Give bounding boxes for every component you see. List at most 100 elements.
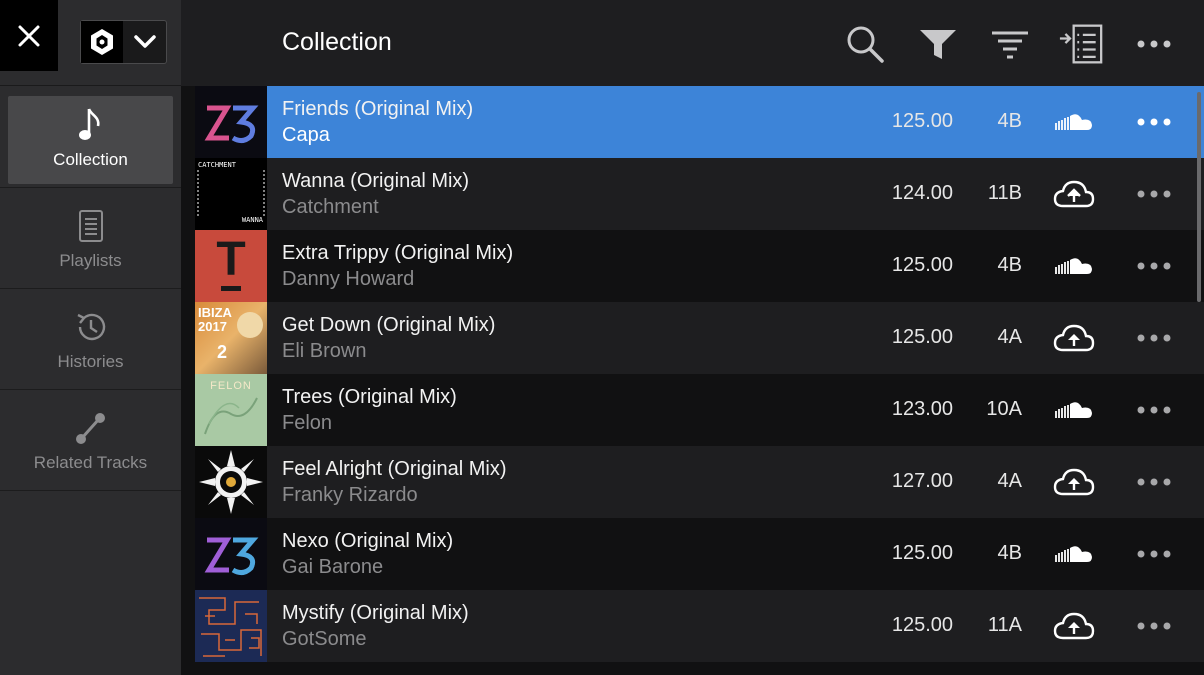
track-more-button[interactable]: [1132, 246, 1176, 286]
track-row[interactable]: FELON Trees (Original Mix) Felon 123.00 …: [195, 374, 1204, 446]
related-tracks-icon: [74, 409, 108, 447]
track-title: Friends (Original Mix): [282, 98, 474, 120]
track-row[interactable]: CATCHMENT WANNA Wanna (Original Mix) Cat…: [195, 158, 1204, 230]
track-title: Wanna (Original Mix): [282, 170, 470, 192]
scrollbar[interactable]: [1197, 92, 1201, 302]
more-icon: [1137, 40, 1171, 48]
album-art-text: IBIZA 2017: [198, 305, 232, 334]
track-key: 11B: [987, 182, 1022, 204]
track-key: 4B: [997, 254, 1022, 276]
track-title: Mystify (Original Mix): [282, 602, 469, 624]
album-art-text: WANNA: [241, 216, 263, 224]
header-more-button[interactable]: [1132, 22, 1176, 66]
sidebar-item-label: Playlists: [59, 250, 122, 270]
track-bpm: 125.00: [891, 614, 953, 636]
add-to-list-button[interactable]: [1059, 22, 1103, 66]
album-art: [195, 590, 267, 662]
track-row[interactable]: Friends (Original Mix) Capa 125.00 4B: [195, 86, 1204, 158]
soundcloud-icon[interactable]: [1052, 390, 1096, 430]
album-art: CATCHMENT WANNA: [195, 158, 267, 230]
cloud-upload-icon[interactable]: [1052, 606, 1096, 646]
close-icon: [18, 25, 40, 46]
add-to-list-icon: [1059, 24, 1103, 64]
track-title: Get Down (Original Mix): [282, 314, 496, 336]
track-bpm: 127.00: [891, 470, 953, 492]
track-row[interactable]: Mystify (Original Mix) GotSome 125.00 11…: [195, 590, 1204, 662]
cloud-upload-icon[interactable]: [1052, 462, 1096, 502]
track-more-button[interactable]: [1132, 390, 1176, 430]
album-art: [195, 446, 267, 518]
sidebar-item-label: Histories: [57, 351, 124, 371]
cloud-upload-icon[interactable]: [1052, 318, 1096, 358]
playlist-icon: [78, 207, 104, 245]
cloud-upload-icon[interactable]: [1052, 174, 1096, 214]
track-artist: Danny Howard: [282, 268, 415, 290]
track-list: Friends (Original Mix) Capa 125.00 4B CA…: [195, 86, 1204, 662]
track-artist: Eli Brown: [282, 340, 367, 362]
filter-button[interactable]: [916, 22, 960, 66]
soundcloud-icon[interactable]: [1052, 102, 1096, 142]
soundcloud-icon[interactable]: [1052, 534, 1096, 574]
track-key: 4B: [997, 542, 1022, 564]
track-row[interactable]: IBIZA 2017 2 Get Down (Original Mix) Eli…: [195, 302, 1204, 374]
sidebar-item-playlists[interactable]: Playlists: [0, 189, 181, 289]
sidebar-item-label: Related Tracks: [33, 452, 148, 472]
track-more-button[interactable]: [1132, 462, 1176, 502]
album-art: [195, 518, 267, 590]
track-artist: Felon: [282, 412, 333, 434]
track-more-button[interactable]: [1132, 318, 1176, 358]
history-icon: [74, 308, 108, 346]
track-artist: GotSome: [282, 628, 367, 650]
track-more-button[interactable]: [1132, 102, 1176, 142]
track-bpm: 125.00: [891, 326, 953, 348]
album-art: FELON: [195, 374, 267, 446]
album-art-circle: [237, 312, 263, 338]
soundcloud-icon[interactable]: [1052, 246, 1096, 286]
search-icon: [847, 26, 884, 63]
more-icon: [1137, 190, 1171, 198]
sidebar-item-collection[interactable]: Collection: [0, 88, 181, 188]
chevron-down-icon: [123, 34, 166, 50]
track-title: Trees (Original Mix): [282, 386, 457, 408]
rekordbox-logo-icon: [81, 21, 123, 63]
track-artist: Catchment: [282, 196, 379, 218]
more-icon: [1137, 550, 1171, 558]
sidebar-item-histories[interactable]: Histories: [0, 290, 181, 390]
sort-icon: [992, 31, 1028, 59]
track-more-button[interactable]: [1132, 606, 1176, 646]
track-key: 10A: [986, 398, 1022, 420]
close-button[interactable]: [0, 0, 58, 71]
track-more-button[interactable]: [1132, 534, 1176, 574]
track-key: 4A: [997, 470, 1022, 492]
sort-button[interactable]: [988, 22, 1032, 66]
track-key: 4A: [997, 326, 1022, 348]
device-selector[interactable]: [80, 20, 167, 64]
track-row[interactable]: T Extra Trippy (Original Mix) Danny Howa…: [195, 230, 1204, 302]
album-art-bar: [221, 286, 241, 291]
more-icon: [1137, 478, 1171, 486]
track-bpm: 123.00: [891, 398, 953, 420]
album-art: IBIZA 2017 2: [195, 302, 267, 374]
search-button[interactable]: [843, 22, 887, 66]
album-art-text: T: [216, 233, 246, 286]
track-more-button[interactable]: [1132, 174, 1176, 214]
track-title: Nexo (Original Mix): [282, 530, 454, 552]
more-icon: [1137, 406, 1171, 414]
track-row[interactable]: Nexo (Original Mix) Gai Barone 125.00 4B: [195, 518, 1204, 590]
track-artist: Franky Rizardo: [282, 484, 418, 506]
track-key: 11A: [987, 614, 1022, 636]
track-artist: Capa: [282, 124, 330, 146]
track-bpm: 124.00: [891, 182, 953, 204]
more-icon: [1137, 622, 1171, 630]
track-bpm: 125.00: [891, 542, 953, 564]
sidebar-item-label: Collection: [53, 149, 128, 169]
music-note-icon: [78, 106, 104, 144]
more-icon: [1137, 334, 1171, 342]
track-artist: Gai Barone: [282, 556, 384, 578]
album-art-text: 2: [217, 342, 228, 362]
track-row[interactable]: Feel Alright (Original Mix) Franky Rizar…: [195, 446, 1204, 518]
header: Collection: [181, 0, 1204, 86]
sidebar-item-related-tracks[interactable]: Related Tracks: [0, 391, 181, 491]
sidebar: Collection Playlists Histories Related T…: [0, 0, 181, 675]
more-icon: [1137, 262, 1171, 270]
